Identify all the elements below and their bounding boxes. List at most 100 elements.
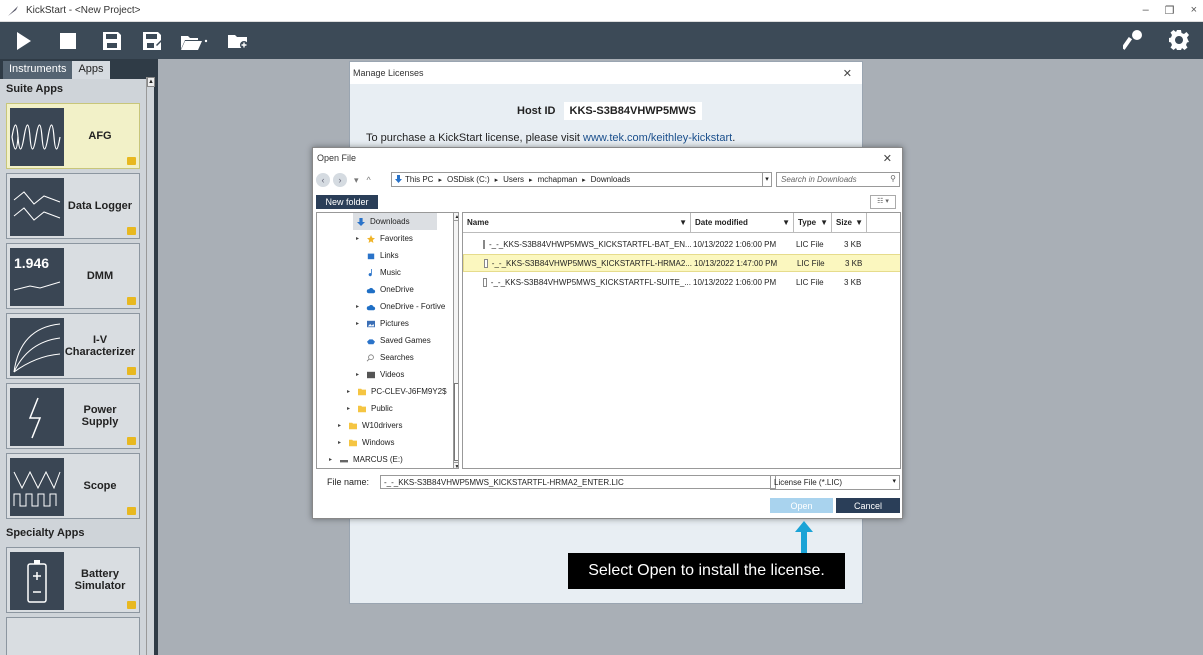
new-folder-button[interactable] xyxy=(224,27,252,55)
save-button[interactable] xyxy=(98,27,126,55)
tree-item-music[interactable]: Music xyxy=(356,264,401,281)
expand-arrow-icon[interactable]: ▸ xyxy=(356,320,366,327)
close-icon[interactable]: ✕ xyxy=(883,152,892,165)
app-tile-afg[interactable]: AFG xyxy=(6,103,140,169)
filter-icon[interactable]: ▼ xyxy=(782,218,790,227)
tree-item-videos[interactable]: ▸ Videos xyxy=(356,366,404,383)
filter-icon[interactable]: ▼ xyxy=(855,218,863,227)
tree-item-public[interactable]: ▸ Public xyxy=(347,400,393,417)
dmm-thumbnail-icon: 1.946 xyxy=(10,248,64,306)
file-type-select[interactable]: License File (*.LIC) ▾ xyxy=(770,475,900,490)
column-type[interactable]: Type ▼ xyxy=(794,213,832,232)
expand-arrow-icon[interactable]: ▸ xyxy=(347,405,357,412)
close-window-button[interactable]: × xyxy=(1191,4,1197,17)
scroll-up-arrow-icon[interactable]: ▲ xyxy=(454,213,458,221)
view-options-icon[interactable]: ☷ ▾ xyxy=(870,195,896,209)
app-label: Power Supply xyxy=(81,404,119,428)
expand-arrow-icon[interactable]: ▸ xyxy=(329,456,339,463)
scroll-down-arrow-icon[interactable]: ▼ xyxy=(454,462,458,468)
run-button[interactable] xyxy=(10,27,38,55)
save-as-button[interactable] xyxy=(138,27,166,55)
address-dropdown-icon[interactable]: ▾ xyxy=(763,172,772,187)
tree-item-w10drivers[interactable]: ▸ W10drivers xyxy=(338,417,402,434)
open-button[interactable]: Open xyxy=(770,498,833,513)
tree-item-label: Downloads xyxy=(370,217,410,226)
expand-arrow-icon[interactable]: ▸ xyxy=(356,235,366,242)
path-segment[interactable]: Downloads xyxy=(591,175,631,184)
tree-item-downloads[interactable]: Downloads xyxy=(353,213,437,230)
scope-thumbnail-icon xyxy=(10,458,64,516)
path-segment[interactable]: OSDisk (C:) xyxy=(447,175,490,184)
cancel-button[interactable]: Cancel xyxy=(836,498,900,513)
tree-item-links[interactable]: Links xyxy=(356,247,399,264)
file-row[interactable]: -_-_KKS-S3B84VHWP5MWS_KICKSTARTFL-SUITE_… xyxy=(463,273,900,291)
path-segment[interactable]: Users xyxy=(503,175,524,184)
title-bar: KickStart - <New Project> – ❐ × xyxy=(0,0,1203,22)
expand-arrow-icon[interactable]: ▸ xyxy=(356,371,366,378)
settings-button[interactable] xyxy=(1165,26,1193,54)
path-separator: ▸ xyxy=(494,176,499,184)
open-file-dialog: Open File ✕ ‹ › ▾ ^ This PC ▸ OSDisk (C:)… xyxy=(312,147,903,519)
tab-instruments[interactable]: Instruments xyxy=(3,61,73,79)
address-bar[interactable]: This PC ▸ OSDisk (C:) ▸ Users ▸ mchapman ▸ D… xyxy=(391,172,763,187)
stop-button[interactable] xyxy=(54,27,82,55)
column-date-modified[interactable]: Date modified ▼ xyxy=(691,213,794,232)
app-tile-power-supply[interactable]: Power Supply xyxy=(6,383,140,449)
app-tile-data-logger[interactable]: Data Logger xyxy=(6,173,140,239)
gear-icon xyxy=(1169,30,1189,50)
app-tile-iv-characterizer[interactable]: I-V Characterizer xyxy=(6,313,140,379)
expand-arrow-icon[interactable]: ▸ xyxy=(338,422,348,429)
expand-arrow-icon[interactable]: ▸ xyxy=(347,388,357,395)
tab-apps[interactable]: Apps xyxy=(72,61,110,79)
lock-icon xyxy=(127,437,136,445)
license-key-button[interactable] xyxy=(1119,26,1147,54)
tree-item-searches[interactable]: Searches xyxy=(356,349,414,366)
search-input[interactable]: Search in Downloads ⚲ xyxy=(776,172,900,187)
up-button[interactable]: ^ xyxy=(367,175,371,185)
file-list: Name ▼ Date modified ▼ Type ▼ Size ▼ -_-_KKS… xyxy=(462,212,901,469)
file-name-input[interactable]: -_-_KKS-S3B84VHWP5MWS_KICKSTARTFL-HRMA2_… xyxy=(380,475,776,489)
app-tile-scope[interactable]: Scope xyxy=(6,453,140,519)
download-icon xyxy=(357,217,365,226)
apps-list: Suite Apps AFG Data Logger 1.946 DMM I-V… xyxy=(0,79,146,655)
tree-item-label: Pictures xyxy=(380,319,409,328)
tree-item-favorites[interactable]: ▸ Favorites xyxy=(356,230,413,247)
lock-icon xyxy=(127,157,136,165)
new-folder-button[interactable]: New folder xyxy=(316,195,378,209)
tree-item-marcus-e[interactable]: ▸ MARCUS (E:) xyxy=(329,451,403,468)
open-project-button[interactable] xyxy=(178,27,212,55)
tree-item-onedrive[interactable]: OneDrive xyxy=(356,281,414,298)
tree-item-windows[interactable]: ▸ Windows xyxy=(338,434,394,451)
column-size[interactable]: Size ▼ xyxy=(832,213,867,232)
apps-scrollbar[interactable]: ▲ xyxy=(146,77,155,655)
minimize-button[interactable]: – xyxy=(1143,4,1149,17)
scroll-thumb[interactable] xyxy=(454,383,458,461)
purchase-link[interactable]: www.tek.com/keithley-kickstart xyxy=(583,132,732,144)
path-segment[interactable]: This PC xyxy=(405,175,433,184)
path-segment[interactable]: mchapman xyxy=(538,175,578,184)
filter-icon[interactable]: ▼ xyxy=(820,218,828,227)
tree-scrollbar[interactable]: ▲ ▼ xyxy=(453,213,458,468)
app-tile-partial[interactable] xyxy=(6,617,140,655)
recent-locations-icon[interactable]: ▾ xyxy=(354,175,359,186)
expand-arrow-icon[interactable]: ▸ xyxy=(338,439,348,446)
file-type-value: License File (*.LIC) xyxy=(774,478,843,487)
back-button[interactable]: ‹ xyxy=(316,173,330,187)
dialog-title: Manage Licenses xyxy=(350,62,862,84)
file-row[interactable]: -_-_KKS-S3B84VHWP5MWS_KICKSTARTFL-BAT_EN… xyxy=(463,235,900,253)
forward-button[interactable]: › xyxy=(333,173,347,187)
maximize-button[interactable]: ❐ xyxy=(1165,4,1175,17)
app-tile-battery-simulator[interactable]: Battery Simulator xyxy=(6,547,140,613)
scroll-up-arrow-icon[interactable]: ▲ xyxy=(147,77,155,87)
filter-icon[interactable]: ▼ xyxy=(679,218,687,227)
tree-item-pc-clev-j6fm9y2[interactable]: ▸ PC-CLEV-J6FM9Y2$ xyxy=(347,383,447,400)
tree-item-saved-games[interactable]: Saved Games xyxy=(356,332,431,349)
app-tile-dmm[interactable]: 1.946 DMM xyxy=(6,243,140,309)
close-icon[interactable]: ✕ xyxy=(843,67,852,80)
file-row[interactable]: -_-_KKS-S3B84VHWP5MWS_KICKSTARTFL-HRMA2.… xyxy=(463,254,900,272)
tree-item-pictures[interactable]: ▸ Pictures xyxy=(356,315,409,332)
column-name[interactable]: Name ▼ xyxy=(463,213,691,232)
tree-item-onedrive-fortive[interactable]: ▸ OneDrive - Fortive xyxy=(356,298,445,315)
expand-arrow-icon[interactable]: ▸ xyxy=(356,303,366,310)
tree-item-label: MARCUS (E:) xyxy=(353,455,403,464)
